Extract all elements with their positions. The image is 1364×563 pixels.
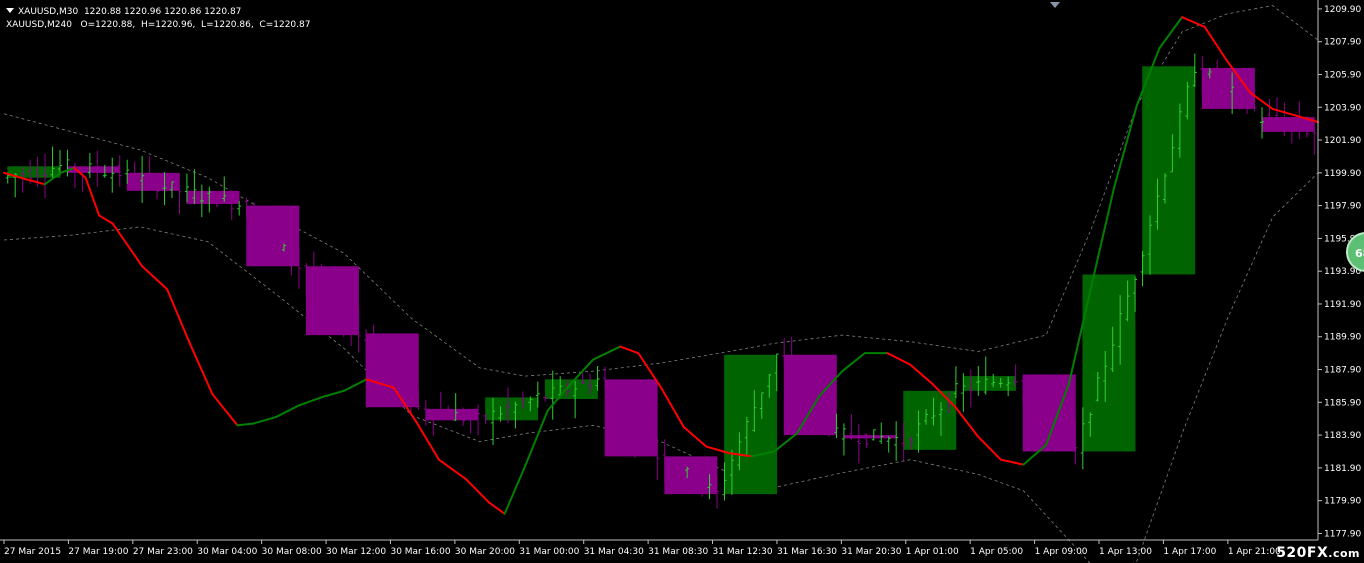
ma-segment [252,416,277,425]
symbol-ohlc-m30: XAUUSD,M30 1220.88 1220.96 1220.86 1220.… [18,7,242,17]
watermark-suffix: .com [1328,547,1360,560]
ma-segment [1158,16,1184,50]
ma-segment [619,345,640,355]
ma-segment [1203,25,1229,63]
y-tick-label: 1191.90 [1324,300,1361,310]
ma-segment [188,342,214,396]
y-tick-label: 1203.90 [1324,103,1361,113]
ma-segment [841,352,866,373]
x-tick-label: 31 Mar 00:00 [519,547,579,557]
y-tick-label: 1201.90 [1324,136,1361,146]
ma-segment [1181,16,1206,28]
y-tick-label: 1197.90 [1324,202,1361,212]
ma-segment [1113,104,1138,189]
ma-segment [503,465,527,515]
h4-candle-boxes [7,66,1315,495]
x-tick-label: 31 Mar 04:30 [584,547,644,557]
ma-segment [954,406,980,438]
y-tick-label: 1209.90 [1324,5,1361,15]
x-tick-label: 31 Mar 12:30 [713,547,773,557]
x-tick-label: 30 Mar 12:00 [326,547,386,557]
x-tick-label: 27 Mar 19:00 [68,547,128,557]
x-tick-label: 1 Apr 13:00 [1099,547,1152,557]
y-tick-label: 1181.90 [1324,464,1361,474]
indicator-ohlc-m240: XAUUSD,M240 O=1220.88, H=1220.96, L=1220… [6,20,311,30]
ma-segment [125,242,144,268]
x-tick-label: 30 Mar 16:00 [390,547,450,557]
dropdown-triangle-icon[interactable] [6,8,14,13]
y-tick-label: 1205.90 [1324,70,1361,80]
y-tick-label: 1207.90 [1324,38,1361,48]
x-tick-label: 27 Mar 2015 [4,547,61,557]
symbol-header[interactable]: XAUUSD,M30 1220.88 1220.96 1220.86 1220.… [6,7,241,18]
ma-segment [297,396,323,407]
ma-segment [660,386,685,428]
x-tick-label: 30 Mar 04:00 [197,547,257,557]
watermark-main: 520FX [1276,545,1329,561]
ma-segment [909,363,934,386]
x-tick-label: 31 Mar 20:30 [841,547,901,557]
ma-segment [320,389,345,399]
x-tick-label: 30 Mar 08:00 [262,547,322,557]
ma-segment [415,420,440,461]
ma-segment [592,345,622,361]
ma-segment [111,222,128,245]
ma-segment [274,404,300,419]
watermark: 520FX.com [1276,545,1360,561]
ma-segment [342,378,368,392]
ma-segment [98,214,114,225]
y-tick-label: 1189.90 [1324,333,1361,343]
y-tick-label: 1187.90 [1324,366,1361,376]
ma-segment [465,478,490,504]
shift-marker-icon[interactable] [1050,2,1060,8]
price-chart[interactable]: 1209.90 1207.90 1205.90 1203.90 1201.90 1199.… [0,0,1364,563]
ma-segment [773,432,798,453]
y-tick-label: 1179.90 [1324,497,1361,507]
ma-segment [682,425,708,448]
y-tick-label: 1177.90 [1324,529,1361,539]
ma-segment [1090,186,1116,287]
ma-segment [886,352,912,366]
y-tick-label: 1199.90 [1324,169,1361,179]
x-tick-label: 1 Apr 09:00 [1035,547,1088,557]
x-tick-label: 30 Mar 20:00 [455,547,515,557]
ma-segment [977,435,1002,461]
ma-segment [211,393,239,427]
x-tick-label: 1 Apr 01:00 [906,547,959,557]
x-tick-label: 27 Mar 23:00 [133,547,193,557]
y-tick-label: 1185.90 [1324,398,1361,408]
ma-segment [487,501,506,515]
x-tick-label: 31 Mar 08:30 [648,547,708,557]
ma-segment [999,458,1025,466]
ma-segment [236,422,255,427]
ma-segment [25,178,46,186]
ma-segment [141,265,169,291]
x-tick-label: 31 Mar 16:30 [777,547,837,557]
x-tick-label: 1 Apr 17:00 [1163,547,1216,557]
ma-segment [437,458,468,481]
x-tick-label: 1 Apr 05:00 [970,547,1023,557]
x-tick-label: 1 Apr 21:00 [1228,547,1281,557]
ma-segment [166,288,191,345]
y-tick-label: 1183.90 [1324,431,1361,441]
